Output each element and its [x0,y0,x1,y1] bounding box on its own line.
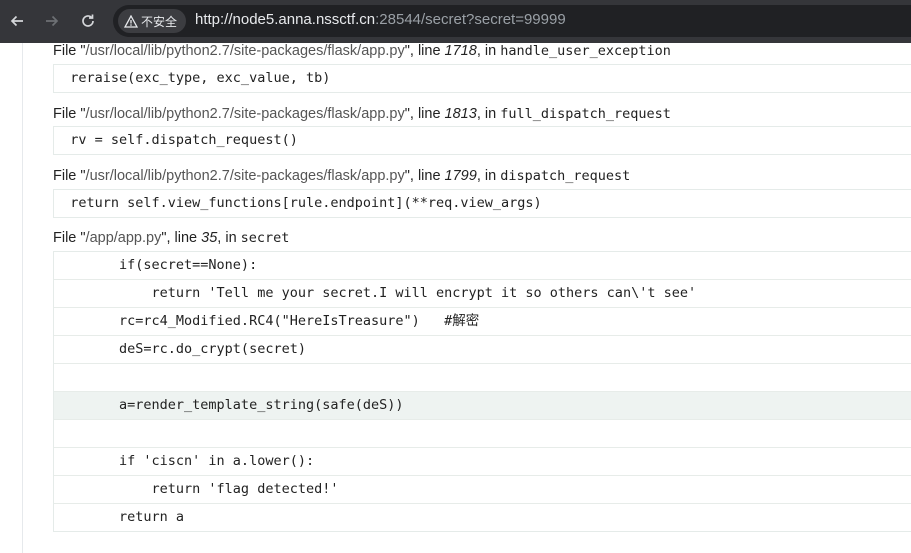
code-line: rc=rc4_Modified.RC4("HereIsTreasure") #解… [54,307,911,335]
code-line [54,363,911,391]
frame-code: return self.view_functions[rule.endpoint… [53,189,911,218]
forward-button[interactable] [39,8,65,34]
url-text[interactable]: http://node5.anna.nssctf.cn:28544/secret… [195,11,566,28]
warning-icon [124,14,138,28]
traceback: File "/usr/local/lib/python2.7/site-pack… [22,43,911,553]
frame-code: reraise(exc_type, exc_value, tb) [53,64,911,93]
code-line: if(secret==None): [54,257,258,273]
security-label: 不安全 [141,14,178,29]
reload-button[interactable] [75,8,101,34]
url-host: http://node5.anna.nssctf.cn [195,11,376,28]
address-bar[interactable]: 不安全 http://node5.anna.nssctf.cn:28544/se… [113,5,911,37]
arrow-left-icon [10,15,23,27]
in-label: , in [476,168,501,184]
file-path: /app/app.py [85,230,162,246]
in-label: , in [476,106,501,122]
frame-code-context: if(secret==None): return 'Tell me your s… [53,251,911,532]
file-path: /usr/local/lib/python2.7/site-packages/f… [85,43,405,59]
browser-toolbar: 不安全 http://node5.anna.nssctf.cn:28544/se… [0,0,911,43]
security-chip[interactable]: 不安全 [118,9,187,33]
file-prefix: File " [53,43,86,59]
frame-code: rv = self.dispatch_request() [53,126,911,155]
function-name: secret [240,230,290,246]
line-prefix: ", line [404,43,445,59]
code-line [54,419,911,447]
function-name: full_dispatch_request [500,106,671,122]
frame-file-line: File "/usr/local/lib/python2.7/site-pack… [53,103,671,125]
in-label: , in [476,43,501,59]
code-line: return a [54,503,911,531]
url-path: :28544/secret?secret=99999 [375,11,566,28]
line-prefix: ", line [404,168,445,184]
frame-file-line: File "/usr/local/lib/python2.7/site-pack… [53,165,630,187]
line-number: 1718 [444,43,477,59]
file-prefix: File " [53,168,86,184]
line-number: 35 [201,230,218,246]
file-prefix: File " [53,230,86,246]
line-number: 1813 [444,106,477,122]
file-path: /usr/local/lib/python2.7/site-packages/f… [85,168,405,184]
line-prefix: ", line [404,106,445,122]
line-prefix: ", line [161,230,202,246]
frame-file-line: File "/usr/local/lib/python2.7/site-pack… [53,40,671,62]
back-button[interactable] [4,8,30,34]
in-label: , in [217,230,241,246]
code-line: rv = self.dispatch_request() [54,132,298,148]
code-line: return 'Tell me your secret.I will encry… [54,279,911,307]
code-line: if 'ciscn' in a.lower(): [54,447,911,475]
current-code-line: a=render_template_string(safe(deS)) [54,391,911,419]
arrow-right-icon [46,15,59,27]
function-name: handle_user_exception [500,43,671,59]
frame-file-line: File "/app/app.py", line 35, in secret [53,227,289,249]
code-line: return 'flag detected!' [54,475,911,503]
file-prefix: File " [53,106,86,122]
code-line: return self.view_functions[rule.endpoint… [54,195,542,211]
code-line: deS=rc.do_crypt(secret) [54,335,911,363]
function-name: dispatch_request [500,168,631,184]
line-number: 1799 [444,168,477,184]
code-line: reraise(exc_type, exc_value, tb) [54,70,331,86]
file-path: /usr/local/lib/python2.7/site-packages/f… [85,106,405,122]
reload-icon [82,14,94,27]
